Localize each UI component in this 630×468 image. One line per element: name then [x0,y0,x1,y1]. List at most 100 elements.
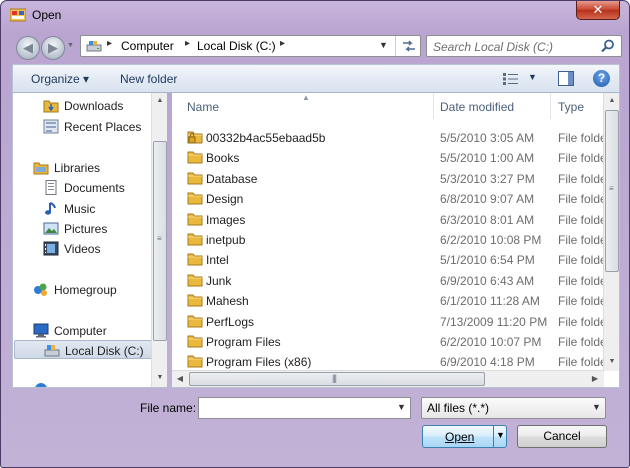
recent-pages-dropdown[interactable]: ▼ [67,42,74,49]
table-row[interactable]: inetpub 6/2/2010 10:08 PM File folde [172,229,607,249]
help-icon[interactable]: ? [593,70,610,87]
scroll-up-icon[interactable]: ▲ [152,93,168,109]
sidebar-item-label: Documents [64,181,125,195]
file-type: File folde [558,192,607,207]
drive-icon [86,41,102,52]
cancel-button[interactable]: Cancel [517,425,607,448]
sidebar-item-videos[interactable]: Videos [13,239,153,258]
scroll-thumb[interactable]: ≡ [153,141,167,341]
window-title: Open [32,8,62,22]
breadcrumb-computer[interactable]: Computer [121,39,174,53]
table-row[interactable]: Intel 5/1/2010 6:54 PM File folde [172,249,607,269]
scroll-down-icon[interactable]: ▼ [604,354,620,370]
file-name-dropdown-icon[interactable]: ▼ [397,402,406,412]
table-row[interactable]: PerfLogs 7/13/2009 11:20 PM File folde [172,311,607,331]
recent-places-icon [43,119,59,134]
file-type-filter[interactable]: All files (*.*) ▼ [421,397,606,419]
column-header-date-modified[interactable]: Date modified [440,100,514,114]
file-name: Program Files (x86) [206,355,312,370]
navigation-scrollbar[interactable]: ▲ ≡ ▼ [151,93,167,387]
search-placeholder[interactable]: Search Local Disk (C:) [433,40,553,54]
scroll-down-icon[interactable]: ▼ [152,370,168,386]
table-row[interactable]: 00332b4ac55ebaad5b 5/5/2010 3:05 AM File f… [172,127,607,147]
file-type: File folde [558,355,607,370]
file-name-label: File name: [140,401,197,415]
scroll-up-icon[interactable]: ▲ [604,93,620,109]
forward-button[interactable]: ▶ [41,36,65,60]
table-row[interactable]: Mahesh 6/1/2010 11:28 AM File folde [172,290,607,310]
sidebar-item-network[interactable] [13,379,153,387]
breadcrumb-separator-icon[interactable]: ▸ [185,38,190,49]
sidebar-item-label: Pictures [64,222,108,236]
sidebar-item-downloads[interactable]: Downloads [13,96,153,115]
table-row[interactable]: Books 5/5/2010 1:00 AM File folde [172,147,607,167]
breadcrumb-separator-icon[interactable]: ▸ [280,38,285,49]
scroll-thumb[interactable]: ≡ [605,110,619,272]
file-name-area: File name: ▼ All files (*.*) ▼ Open ▼ Ca… [12,389,620,461]
folder-icon [187,151,203,164]
scroll-right-icon[interactable]: ▶ [587,371,603,387]
organize-button[interactable]: Organize ▾ [31,72,89,86]
file-type: File folde [558,233,607,247]
sidebar-item-libraries[interactable]: Libraries [13,158,153,177]
change-view-icon[interactable] [503,73,519,85]
preview-pane-icon[interactable] [558,71,574,86]
column-divider[interactable] [550,93,551,119]
open-button-label[interactable]: Open [445,430,474,444]
sidebar-item-recent-places[interactable]: Recent Places [13,117,153,136]
address-bar[interactable]: ▸ Computer ▸ Local Disk (C:) ▸ ▼ [80,35,421,57]
file-name: Books [206,151,240,166]
file-name: Images [206,212,246,227]
breadcrumb-local-disk[interactable]: Local Disk (C:) [197,39,276,53]
file-type: File folde [558,314,607,329]
sidebar-item-local-disk[interactable]: Local Disk (C:) [14,340,152,359]
documents-icon [45,180,57,195]
horizontal-scrollbar[interactable]: ◀ ||| ▶ [172,370,604,387]
column-header-type[interactable]: Type [558,100,584,114]
file-name: Intel [206,253,229,268]
pictures-icon [43,222,59,235]
folder-icon [187,172,203,185]
file-list-scrollbar[interactable]: ▲ ≡ ▼ [603,93,619,371]
grip-icon: ||| [332,373,337,383]
table-row[interactable]: Database 5/3/2010 3:27 PM File folde [172,168,607,188]
table-row[interactable]: Design 6/8/2010 9:07 AM File folde [172,188,607,208]
column-header-name[interactable]: Name [187,100,219,114]
folder-icon [187,233,203,246]
search-icon[interactable] [601,39,615,53]
file-type: File folde [558,131,607,145]
breadcrumb-separator-icon[interactable]: ▸ [107,38,112,49]
sidebar-item-music[interactable]: Music [13,199,153,218]
back-button[interactable]: ◀ [16,36,40,60]
search-box[interactable]: Search Local Disk (C:) [426,35,622,57]
scroll-thumb[interactable]: ||| [189,372,485,386]
table-row[interactable]: Junk 6/9/2010 6:43 AM File folde [172,270,607,290]
new-folder-button[interactable]: New folder [120,72,177,86]
table-row[interactable]: Program Files 6/2/2010 10:07 PM File folde [172,331,607,351]
sidebar-item-homegroup[interactable]: Homegroup [13,280,153,299]
open-button[interactable]: Open ▼ [422,425,507,448]
table-row[interactable]: Images 6/3/2010 8:01 AM File folde [172,209,607,229]
view-options-dropdown-icon[interactable]: ▼ [528,72,537,82]
open-options-dropdown-icon[interactable]: ▼ [496,430,505,440]
table-row[interactable]: Program Files (x86) 6/9/2010 4:18 PM File … [172,351,607,371]
address-dropdown-icon[interactable]: ▼ [379,40,388,50]
sidebar-item-label: Homegroup [54,283,117,297]
column-divider[interactable] [433,93,434,119]
file-name-field[interactable]: ▼ [198,397,411,419]
file-type: File folde [558,171,607,186]
close-button[interactable]: ✕ [576,1,620,20]
filter-value[interactable]: All files (*.*) [427,401,489,415]
sidebar-item-pictures[interactable]: Pictures [13,219,153,238]
libraries-icon [33,162,49,175]
filter-dropdown-icon[interactable]: ▼ [592,402,601,412]
homegroup-icon [34,283,47,296]
sidebar-item-documents[interactable]: Documents [13,178,153,197]
sort-ascending-icon: ▲ [302,93,310,102]
refresh-button[interactable] [395,36,421,56]
command-bar: Organize ▾ New folder ▼ ? [12,64,620,93]
file-name: Program Files [206,335,281,349]
sidebar-item-computer[interactable]: Computer [13,321,153,340]
scroll-left-icon[interactable]: ◀ [172,371,188,387]
file-name: PerfLogs [206,314,255,329]
